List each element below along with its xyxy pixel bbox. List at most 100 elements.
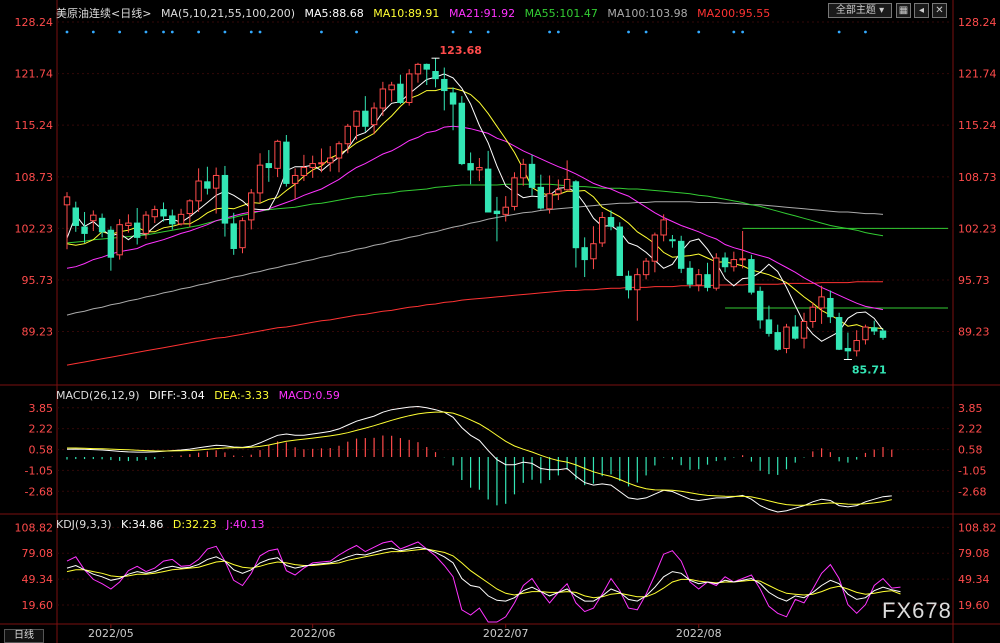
low-annotation: 85.71 bbox=[852, 363, 887, 376]
window-tile-icon[interactable]: ▦ bbox=[896, 3, 911, 18]
period-tab[interactable]: 日线 bbox=[4, 629, 44, 643]
candle-body bbox=[379, 88, 387, 109]
candle-body bbox=[107, 229, 115, 258]
macd-diff-value: DIFF:-3.04 bbox=[149, 389, 205, 402]
candle-body bbox=[862, 326, 869, 341]
price-tick-right: 102.23 bbox=[958, 222, 997, 235]
window-close-icon[interactable]: ✕ bbox=[932, 3, 947, 18]
price-tick-left: 89.23 bbox=[22, 326, 54, 339]
macd-panel-header: MACD(26,12,9) DIFF:-3.04 DEA:-3.33 MACD:… bbox=[56, 389, 346, 402]
price-tick-right: 89.23 bbox=[958, 326, 990, 339]
price-tick-left: 108.73 bbox=[15, 171, 54, 184]
candle-body bbox=[774, 332, 781, 350]
signal-dot bbox=[469, 30, 473, 34]
candle-body bbox=[239, 220, 246, 249]
candle-body bbox=[748, 259, 755, 293]
ma5-value: MA5:88.68 bbox=[304, 7, 364, 20]
candle-body bbox=[283, 141, 290, 184]
candle-body bbox=[677, 240, 685, 269]
candle-body bbox=[634, 274, 641, 291]
candle-body bbox=[397, 83, 404, 103]
candle-body bbox=[353, 110, 360, 127]
price-tick-left: 95.73 bbox=[22, 274, 54, 287]
price-tick-left: 121.74 bbox=[15, 68, 54, 81]
candle-body bbox=[265, 163, 273, 169]
candle-body bbox=[72, 207, 79, 226]
candle-body bbox=[467, 163, 474, 171]
candle-body bbox=[756, 290, 764, 321]
candle-body bbox=[599, 217, 606, 244]
candle-body bbox=[660, 219, 667, 236]
candle-body bbox=[300, 167, 308, 176]
candle-body bbox=[169, 215, 176, 225]
candle-body bbox=[177, 213, 185, 225]
candle-body bbox=[853, 340, 860, 352]
candle-body bbox=[520, 163, 527, 179]
candle-body bbox=[563, 178, 571, 191]
window-minimize-icon[interactable]: ◂ bbox=[914, 3, 929, 18]
candle-body bbox=[291, 174, 299, 184]
time-tick-label: 2022/06 bbox=[290, 627, 336, 640]
signal-dot bbox=[627, 30, 630, 34]
candle-body bbox=[844, 347, 852, 352]
ma10-value: MA10:89.91 bbox=[373, 7, 440, 20]
candle-body bbox=[827, 297, 834, 318]
chart-canvas: 128.24 128.24 121.74 121.74 115.24 115.24 108.… bbox=[0, 0, 1000, 643]
candle-body bbox=[511, 177, 518, 207]
symbol-label[interactable]: 美原油连续<日线> bbox=[56, 7, 151, 20]
macd-tick-left: 2.22 bbox=[29, 423, 54, 436]
candle-body bbox=[783, 326, 790, 349]
price-tick-right: 121.74 bbox=[958, 68, 997, 81]
candle-body bbox=[686, 267, 694, 285]
candle-body bbox=[493, 210, 501, 215]
kdj-k-value: K:34.86 bbox=[121, 518, 164, 531]
candle-body bbox=[642, 260, 650, 276]
time-tick-label: 2022/08 bbox=[676, 627, 722, 640]
candle-body bbox=[721, 257, 729, 268]
candle-body bbox=[669, 239, 676, 242]
candle-body bbox=[327, 157, 334, 164]
kdj-tick-right: 79.08 bbox=[958, 547, 990, 560]
signal-dot bbox=[732, 30, 736, 34]
candle-body bbox=[581, 247, 588, 261]
price-tick-right: 108.73 bbox=[958, 171, 997, 184]
kdj-j-value: J:40.13 bbox=[226, 518, 265, 531]
ma-params-label: MA(5,10,21,55,100,200) bbox=[160, 7, 295, 20]
price-tick-right: 128.24 bbox=[958, 16, 997, 29]
macd-tick-left: 0.58 bbox=[29, 444, 54, 457]
ma55-value: MA55:101.47 bbox=[524, 7, 598, 20]
candle-body bbox=[142, 214, 150, 234]
ma200-value: MA200:95.55 bbox=[697, 7, 771, 20]
candle-body bbox=[248, 192, 255, 221]
candle-body bbox=[256, 164, 264, 194]
price-tick-left: 115.24 bbox=[15, 119, 54, 132]
macd-dea-value: DEA:-3.33 bbox=[214, 389, 270, 402]
candle-body bbox=[81, 226, 88, 234]
candle-body bbox=[370, 107, 378, 126]
candle-body bbox=[713, 257, 720, 289]
candle-body bbox=[309, 163, 316, 169]
candle-body bbox=[63, 196, 71, 206]
kdj-tick-right: 108.82 bbox=[958, 521, 997, 534]
macd-tick-left: 3.85 bbox=[29, 402, 54, 415]
signal-dot bbox=[548, 30, 551, 34]
ma100-value: MA100:103.98 bbox=[607, 7, 688, 20]
candle-body bbox=[476, 167, 483, 171]
candle-body bbox=[212, 174, 220, 189]
kdj-tick-left: 49.34 bbox=[22, 573, 54, 586]
candle-body bbox=[651, 234, 659, 262]
macd-tick-left: -1.05 bbox=[25, 464, 53, 477]
chart-window: 128.24 128.24 121.74 121.74 115.24 115.24 108.… bbox=[0, 0, 1000, 643]
signal-dot bbox=[355, 30, 358, 34]
signal-dot bbox=[170, 30, 174, 34]
candle-body bbox=[695, 274, 702, 286]
price-tick-right: 95.73 bbox=[958, 274, 990, 287]
signal-dot bbox=[144, 30, 148, 34]
candle-body bbox=[792, 326, 799, 339]
candle-body bbox=[186, 200, 194, 215]
kdj-k-line bbox=[66, 546, 901, 602]
candle-body bbox=[607, 217, 615, 227]
macd-tick-right: -1.05 bbox=[958, 464, 986, 477]
macd-tick-right: -2.68 bbox=[958, 485, 986, 498]
theme-dropdown[interactable]: 全部主题 ▾ bbox=[828, 3, 892, 18]
